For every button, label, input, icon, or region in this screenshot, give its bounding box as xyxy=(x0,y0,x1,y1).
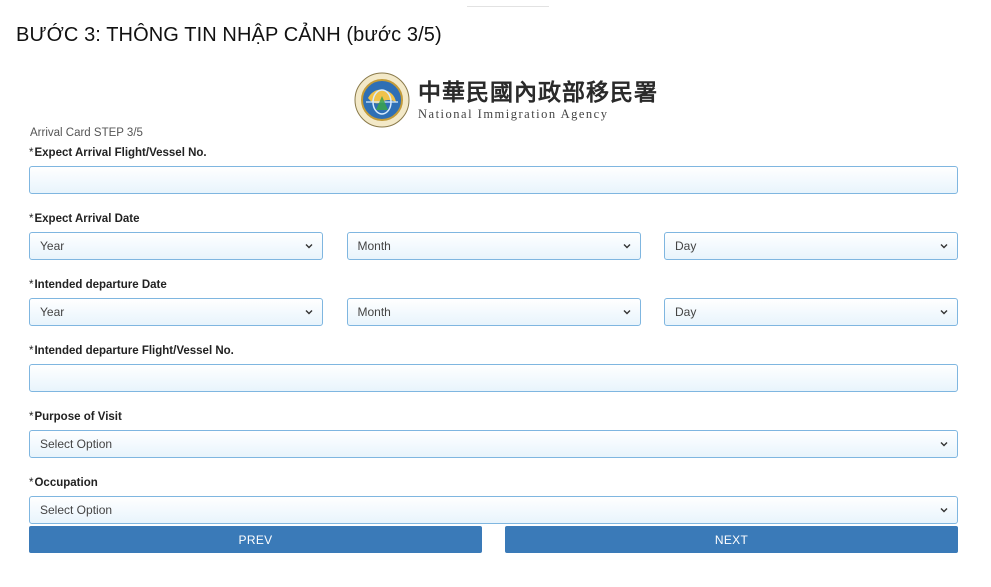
required-marker: * xyxy=(29,213,34,225)
departure-date-label-text: Intended departure Date xyxy=(34,279,167,291)
arrival-day-value: Day xyxy=(675,239,697,253)
chevron-down-icon xyxy=(940,244,948,249)
chevron-down-icon xyxy=(305,310,313,315)
chevron-down-icon xyxy=(940,310,948,315)
departure-year-value: Year xyxy=(40,305,65,319)
arrival-year-select[interactable]: Year xyxy=(29,232,323,260)
departure-day-value: Day xyxy=(675,305,697,319)
departure-flight-label-text: Intended departure Flight/Vessel No. xyxy=(34,345,234,357)
departure-flight-input[interactable] xyxy=(29,364,958,392)
step-caption: Arrival Card STEP 3/5 xyxy=(30,127,143,139)
agency-logo: 中華民國內政部移民署 National Immigration Agency xyxy=(354,72,658,128)
occupation-select[interactable]: Select Option xyxy=(29,496,958,524)
chevron-down-icon xyxy=(305,244,313,249)
agency-name-english: National Immigration Agency xyxy=(418,107,609,121)
required-marker: * xyxy=(29,477,34,489)
arrival-flight-group: *Expect Arrival Flight/Vessel No. xyxy=(29,146,958,194)
departure-date-label: *Intended departure Date xyxy=(29,278,958,292)
arrival-flight-label: *Expect Arrival Flight/Vessel No. xyxy=(29,146,958,160)
next-button[interactable]: NEXT xyxy=(505,526,958,553)
immigration-agency-emblem-icon xyxy=(354,72,410,128)
chevron-down-icon xyxy=(623,244,630,249)
prev-button[interactable]: PREV xyxy=(29,526,482,553)
purpose-select[interactable]: Select Option xyxy=(29,430,958,458)
arrival-card-form: Arrival Card STEP 3/5 *Expect Arrival Fl… xyxy=(29,126,958,542)
agency-name-chinese: 中華民國內政部移民署 xyxy=(418,79,658,106)
purpose-label-text: Purpose of Visit xyxy=(34,411,122,423)
required-marker: * xyxy=(29,147,34,159)
occupation-group: *Occupation Select Option xyxy=(29,476,958,524)
departure-year-select[interactable]: Year xyxy=(29,298,323,326)
departure-flight-group: *Intended departure Flight/Vessel No. xyxy=(29,344,958,392)
chevron-down-icon xyxy=(940,442,948,447)
arrival-month-select[interactable]: Month xyxy=(346,232,641,260)
arrival-date-group: *Expect Arrival Date Year Month Day xyxy=(29,212,958,260)
chevron-down-icon xyxy=(940,508,948,513)
required-marker: * xyxy=(29,411,34,423)
arrival-day-select[interactable]: Day xyxy=(664,232,958,260)
page-title: BƯỚC 3: THÔNG TIN NHẬP CẢNH (bước 3/5) xyxy=(16,24,442,46)
purpose-label: *Purpose of Visit xyxy=(29,410,958,424)
departure-month-value: Month xyxy=(357,305,391,319)
arrival-month-value: Month xyxy=(357,239,391,253)
required-marker: * xyxy=(29,345,34,357)
chevron-down-icon xyxy=(623,310,630,315)
purpose-group: *Purpose of Visit Select Option xyxy=(29,410,958,458)
departure-flight-label: *Intended departure Flight/Vessel No. xyxy=(29,344,958,358)
occupation-label: *Occupation xyxy=(29,476,958,490)
top-divider xyxy=(467,6,549,7)
arrival-date-label-text: Expect Arrival Date xyxy=(34,213,140,225)
occupation-selected-value: Select Option xyxy=(40,503,113,517)
arrival-date-label: *Expect Arrival Date xyxy=(29,212,958,226)
departure-month-select[interactable]: Month xyxy=(346,298,641,326)
arrival-year-value: Year xyxy=(40,239,65,253)
arrival-flight-label-text: Expect Arrival Flight/Vessel No. xyxy=(34,147,207,159)
departure-day-select[interactable]: Day xyxy=(664,298,958,326)
departure-date-group: *Intended departure Date Year Month Day xyxy=(29,278,958,326)
purpose-selected-value: Select Option xyxy=(40,437,113,451)
form-navigation: PREV NEXT xyxy=(29,526,958,553)
occupation-label-text: Occupation xyxy=(34,477,98,489)
required-marker: * xyxy=(29,279,34,291)
arrival-flight-input[interactable] xyxy=(29,166,958,194)
